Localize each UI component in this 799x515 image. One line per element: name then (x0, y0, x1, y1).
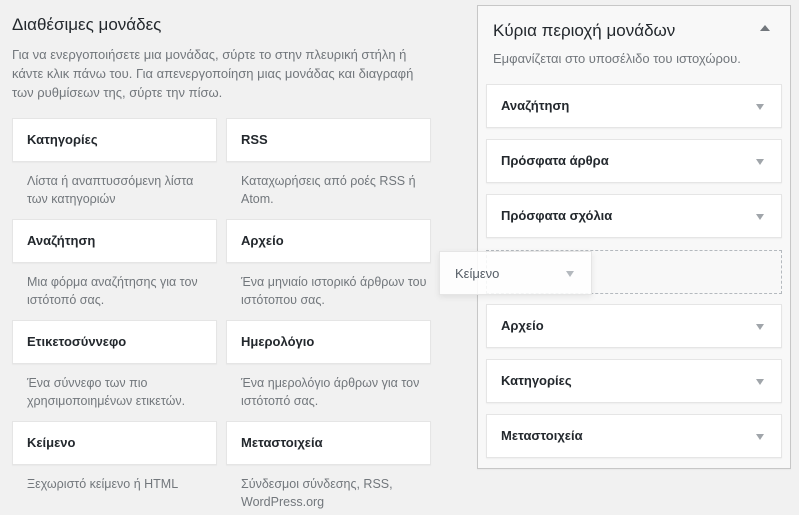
widget-description: Ένα ημερολόγιο άρθρων για τον ιστότοπό σ… (241, 376, 420, 408)
widget-tag-cloud[interactable]: Ετικετοσύννεφο (12, 320, 217, 364)
expand-arrow-icon[interactable] (756, 379, 764, 385)
sidebar-widget-meta[interactable]: Μεταστοιχεία (486, 414, 782, 458)
widget-categories[interactable]: Κατηγορίες (12, 118, 217, 162)
expand-arrow-icon[interactable] (756, 434, 764, 440)
sidebar-widget-area: Κύρια περιοχή μονάδων Εμφανίζεται στο υπ… (477, 5, 791, 469)
expand-arrow-icon[interactable] (756, 159, 764, 165)
widget-title: Κείμενο (455, 266, 500, 281)
expand-arrow-icon[interactable] (756, 324, 764, 330)
sidebar-widget-recent-posts[interactable]: Πρόσφατα άρθρα (486, 139, 782, 183)
widget-title: Αρχείο (501, 318, 544, 333)
widget-title: Πρόσφατα σχόλια (501, 208, 613, 223)
widget-text[interactable]: Κείμενο (12, 421, 217, 465)
widget-description: Μια φόρμα αναζήτησης για τον ιστότοπό σα… (27, 275, 198, 307)
widget-search[interactable]: Αναζήτηση (12, 219, 217, 263)
sidebar-description: Εμφανίζεται στο υποσέλιδο του ιστοχώρου. (493, 51, 741, 66)
widget-description: Σύνδεσμοι σύνδεσης, RSS, WordPress.org (241, 477, 393, 509)
widget-title: Πρόσφατα άρθρα (501, 153, 609, 168)
sidebar-widget-categories[interactable]: Κατηγορίες (486, 359, 782, 403)
widget-meta[interactable]: Μεταστοιχεία (226, 421, 431, 465)
widget-calendar[interactable]: Ημερολόγιο (226, 320, 431, 364)
widget-archives[interactable]: Αρχείο (226, 219, 431, 263)
widget-title: Αρχείο (241, 233, 284, 248)
available-widgets-title: Διαθέσιμες μονάδες (12, 15, 162, 34)
sidebar-widget-archives[interactable]: Αρχείο (486, 304, 782, 348)
sidebar-widget-recent-comments[interactable]: Πρόσφατα σχόλια (486, 194, 782, 238)
widget-title: Αναζήτηση (27, 233, 96, 248)
widget-description: Λίστα ή αναπτυσσόμενη λίστα των κατηγορι… (27, 174, 194, 206)
widget-description: Ξεχωριστό κείμενο ή HTML (27, 477, 179, 491)
dragging-widget-text[interactable]: Κείμενο (439, 251, 592, 295)
widget-description: Ένα σύννεφο των πιο χρησιμοποιημένων ετι… (27, 376, 186, 408)
expand-arrow-icon[interactable] (566, 271, 574, 277)
widget-title: RSS (241, 132, 268, 147)
widget-title: Κείμενο (27, 435, 76, 450)
widget-title: Ετικετοσύννεφο (27, 334, 127, 349)
expand-arrow-icon[interactable] (756, 104, 764, 110)
widget-title: Μεταστοιχεία (241, 435, 323, 450)
widget-title: Κατηγορίες (501, 373, 572, 388)
widget-title: Αναζήτηση (501, 98, 570, 113)
sidebar-widget-search[interactable]: Αναζήτηση (486, 84, 782, 128)
widget-description: Ένα μηνιαίο ιστορικό άρθρων του ιστότοπο… (241, 275, 427, 307)
expand-arrow-icon[interactable] (756, 214, 764, 220)
widget-rss[interactable]: RSS (226, 118, 431, 162)
collapse-arrow-icon[interactable] (760, 25, 770, 31)
sidebar-title[interactable]: Κύρια περιοχή μονάδων (493, 21, 675, 41)
widget-title: Μεταστοιχεία (501, 428, 583, 443)
available-widgets-description: Για να ενεργοποιήσετε μια μονάδας, σύρτε… (12, 47, 414, 100)
widget-title: Ημερολόγιο (241, 334, 315, 349)
widget-title: Κατηγορίες (27, 132, 98, 147)
widget-description: Καταχωρήσεις από ροές RSS ή Atom. (241, 174, 416, 206)
